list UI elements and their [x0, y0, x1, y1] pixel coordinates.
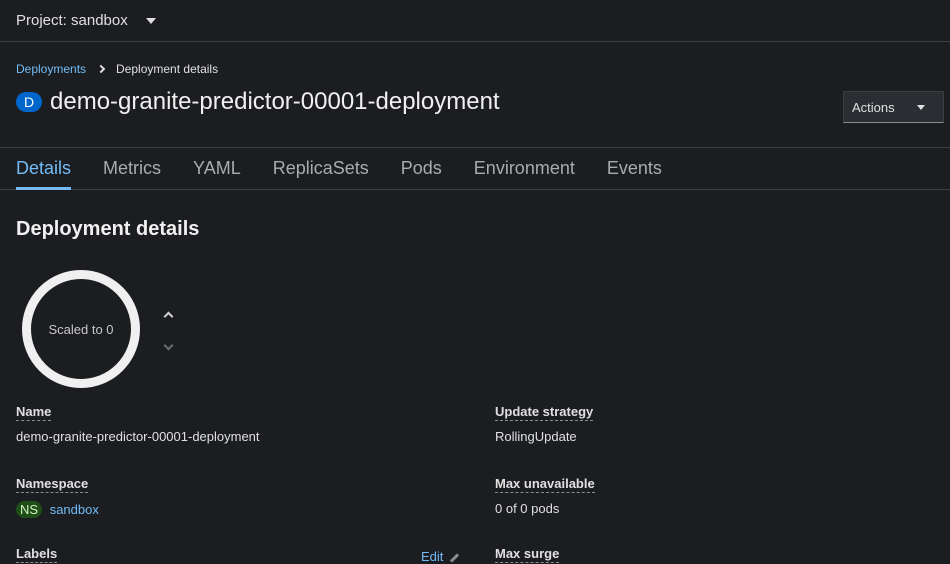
max-surge-label[interactable]: Max surge: [495, 546, 560, 563]
breadcrumb-deployments-link[interactable]: Deployments: [16, 62, 86, 76]
breadcrumb-current: Deployment details: [116, 62, 219, 76]
pencil-icon: [449, 552, 460, 563]
namespace-value: NS sandbox: [16, 501, 99, 518]
namespace-label[interactable]: Namespace: [16, 476, 89, 493]
project-selector[interactable]: Project: sandbox: [0, 0, 950, 42]
tab-bar: Details Metrics YAML ReplicaSets Pods En…: [0, 148, 950, 190]
update-strategy-value: RollingUpdate: [495, 429, 577, 444]
labels-label[interactable]: Labels: [16, 546, 58, 563]
caret-down-icon[interactable]: [145, 17, 156, 24]
pod-ring-text: Scaled to 0: [48, 321, 114, 337]
max-surge-field: Max surge: [495, 545, 560, 563]
edit-labels-button[interactable]: Edit: [421, 549, 460, 564]
namespace-link[interactable]: sandbox: [50, 502, 99, 517]
resource-type-badge: D: [16, 92, 42, 112]
namespace-badge: NS: [16, 501, 43, 518]
edit-label: Edit: [421, 549, 444, 564]
caret-down-icon: [917, 105, 925, 110]
tab-metrics[interactable]: Metrics: [103, 148, 161, 189]
namespace-field: Namespace NS sandbox: [16, 475, 99, 518]
tab-pods[interactable]: Pods: [401, 148, 442, 189]
tab-events[interactable]: Events: [607, 148, 662, 189]
section-title: Deployment details: [16, 218, 200, 240]
max-unavailable-label[interactable]: Max unavailable: [495, 476, 595, 493]
max-unavailable-value: 0 of 0 pods: [495, 501, 560, 516]
page-title: demo-granite-predictor-00001-deployment: [50, 88, 500, 115]
tab-replicasets[interactable]: ReplicaSets: [273, 148, 369, 189]
tab-environment[interactable]: Environment: [474, 148, 575, 189]
chevron-right-icon: [96, 64, 106, 74]
labels-field: Labels: [16, 545, 58, 563]
tab-details[interactable]: Details: [16, 148, 72, 190]
update-strategy-label[interactable]: Update strategy: [495, 404, 594, 421]
pod-ring: Scaled to 0: [22, 270, 140, 388]
name-value: demo-granite-predictor-00001-deployment: [16, 429, 260, 444]
title-row: D demo-granite-predictor-00001-deploymen…: [16, 88, 500, 116]
project-label: Project: sandbox: [16, 12, 128, 29]
name-field: Name demo-granite-predictor-00001-deploy…: [16, 403, 260, 444]
chevron-down-icon[interactable]: [163, 340, 174, 351]
update-strategy-field: Update strategy RollingUpdate: [495, 403, 594, 444]
tab-yaml[interactable]: YAML: [193, 148, 241, 189]
name-label[interactable]: Name: [16, 404, 52, 421]
max-unavailable-field: Max unavailable 0 of 0 pods: [495, 475, 595, 516]
chevron-up-icon[interactable]: [163, 311, 174, 322]
actions-dropdown[interactable]: Actions: [843, 91, 944, 123]
breadcrumb: Deployments Deployment details: [16, 62, 218, 76]
actions-label: Actions: [852, 99, 895, 115]
